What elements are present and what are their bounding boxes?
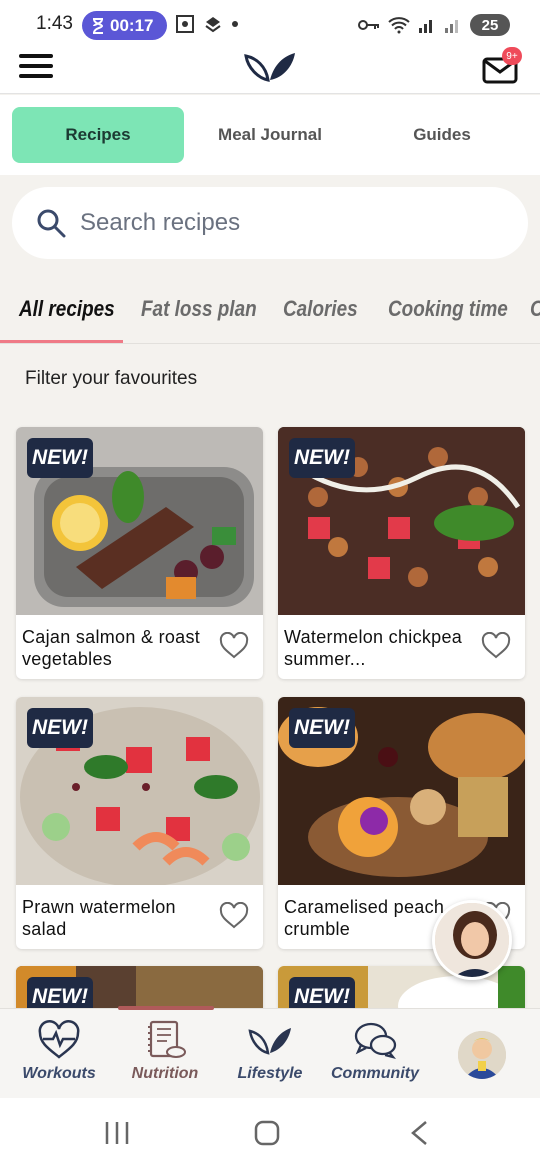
new-badge: NEW! <box>27 708 93 748</box>
status-icons-right: 25 <box>358 14 510 36</box>
nav-label: Workouts <box>22 1065 96 1082</box>
timer-text: 00:17 <box>110 15 154 35</box>
nav-label: Nutrition <box>131 1065 199 1082</box>
nav-workouts[interactable]: Workouts <box>5 1009 113 1099</box>
recent-apps-icon[interactable] <box>104 1120 130 1146</box>
app-bar <box>0 50 540 94</box>
tab-guides[interactable]: Guides <box>356 107 528 163</box>
coach-avatar-button[interactable] <box>432 900 512 980</box>
status-icons-left <box>175 14 239 34</box>
signal-icon <box>419 20 432 33</box>
layers-icon <box>205 17 221 33</box>
search-icon <box>37 209 66 238</box>
dot-icon <box>232 21 238 27</box>
category-tabs: All recipes Fat loss plan Calories Cooki… <box>0 280 540 344</box>
hourglass-icon <box>93 17 104 34</box>
new-badge: NEW! <box>289 438 355 478</box>
search-input[interactable] <box>80 209 480 237</box>
filter-favourites-link[interactable]: Filter your favourites <box>25 368 197 390</box>
category-tab-cooking-time[interactable]: Cooking time <box>388 296 508 322</box>
nav-lifestyle[interactable]: Lifestyle <box>216 1009 324 1099</box>
back-icon[interactable] <box>408 1120 430 1146</box>
heart-icon[interactable] <box>481 632 511 660</box>
segment-tabs: Recipes Meal Journal Guides <box>0 95 540 175</box>
recipe-book-icon <box>148 1020 186 1058</box>
recipe-title: Cajan salmon & roast vegetables <box>22 627 201 669</box>
new-badge: NEW! <box>27 438 93 478</box>
hamburger-menu-icon[interactable] <box>19 54 55 82</box>
category-tab-all-recipes[interactable]: All recipes <box>19 296 115 322</box>
recipe-card[interactable]: NEW! Watermelon chickpea summer... <box>278 427 525 679</box>
active-tab-underline <box>0 340 123 343</box>
timer-pill[interactable]: 00:17 <box>82 11 167 40</box>
system-navigation-bar <box>0 1098 540 1170</box>
battery-level: 25 <box>481 16 499 34</box>
screenshot-icon <box>176 15 194 33</box>
key-icon <box>358 20 379 30</box>
status-time: 1:43 <box>36 13 73 34</box>
leaf-logo-icon[interactable] <box>244 50 296 84</box>
category-tab-calories[interactable]: Calories <box>283 296 358 322</box>
nav-community[interactable]: Community <box>321 1009 429 1099</box>
nav-label: Lifestyle <box>237 1065 303 1082</box>
bottom-nav: Workouts Nutrition Lifestyle Community <box>0 1006 540 1099</box>
heart-icon[interactable] <box>219 632 249 660</box>
nav-label: Community <box>331 1065 419 1082</box>
recipe-card[interactable]: NEW! Cajan salmon & roast vegetables <box>16 427 263 679</box>
profile-avatar-image <box>458 1031 506 1079</box>
tab-recipes[interactable]: Recipes <box>12 107 184 163</box>
new-badge: NEW! <box>289 708 355 748</box>
profile-avatar[interactable] <box>458 1031 506 1079</box>
battery-indicator: 25 <box>470 14 510 36</box>
heart-icon[interactable] <box>219 902 249 930</box>
recipe-title: Prawn watermelon salad <box>22 897 176 939</box>
recipe-title: Watermelon chickpea summer... <box>284 627 463 669</box>
status-bar: 1:43 00:17 25 <box>0 0 540 50</box>
signal-icon-2 <box>445 20 458 33</box>
recipe-card[interactable]: NEW! Prawn watermelon salad <box>16 697 263 949</box>
search-bar[interactable] <box>12 187 528 259</box>
category-tab-more[interactable]: C <box>530 296 540 322</box>
category-tab-fat-loss-plan[interactable]: Fat loss plan <box>141 296 257 322</box>
tab-meal-journal[interactable]: Meal Journal <box>184 107 356 163</box>
home-icon[interactable] <box>254 1120 280 1146</box>
heart-pulse-icon <box>38 1020 80 1059</box>
notification-badge: 9+ <box>502 47 522 65</box>
chat-bubbles-icon <box>354 1022 397 1059</box>
nav-nutrition[interactable]: Nutrition <box>111 1009 219 1099</box>
wifi-icon <box>388 17 410 34</box>
leaf-icon <box>248 1028 291 1055</box>
